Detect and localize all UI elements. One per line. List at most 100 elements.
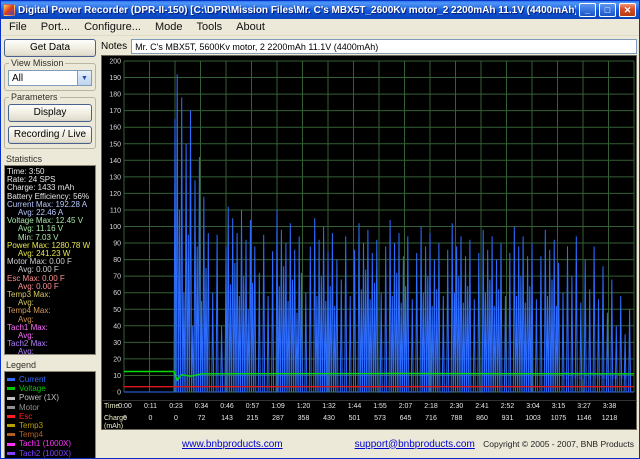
time-tick-value: 1:20 xyxy=(297,403,311,410)
charge-tick-value: 0 xyxy=(123,415,127,422)
svg-text:10: 10 xyxy=(113,373,121,380)
chart-svg: 0102030405060708090100110120130140150160… xyxy=(102,56,636,400)
time-axis-label: Time xyxy=(104,403,119,410)
recording-live-button[interactable]: Recording / Live xyxy=(8,126,92,144)
time-tick-value: 2:30 xyxy=(450,403,464,410)
menu-item-mode[interactable]: Mode xyxy=(148,20,190,34)
stat-line: Avg: xyxy=(7,348,93,355)
close-button[interactable]: ✕ xyxy=(619,3,636,17)
window-title: Digital Power Recorder (DPR-II-150) [C:\… xyxy=(18,5,576,16)
charge-tick-value: 931 xyxy=(502,415,514,422)
charge-tick-value: 1003 xyxy=(525,415,541,422)
app-icon xyxy=(3,4,15,16)
legend-item: Current xyxy=(7,375,93,384)
notes-label: Notes xyxy=(101,41,127,52)
charge-tick-value: 860 xyxy=(476,415,488,422)
chart-panel: Notes 0102030405060708090100110120130140… xyxy=(99,36,639,458)
svg-text:130: 130 xyxy=(109,174,121,181)
view-mission-group: View Mission All ▼ xyxy=(4,63,96,91)
legend-item: Temp3 xyxy=(7,421,93,430)
legend-swatch-icon xyxy=(7,415,15,418)
charge-tick-value: 1075 xyxy=(551,415,567,422)
mission-select[interactable]: All ▼ xyxy=(8,70,92,86)
legend-item: Motor xyxy=(7,403,93,412)
svg-text:100: 100 xyxy=(109,224,121,231)
support-email-link[interactable]: support@bnbproducts.com xyxy=(355,439,475,450)
svg-text:160: 160 xyxy=(109,125,121,132)
menu-item-file[interactable]: File xyxy=(2,20,34,34)
content-area: Get Data View Mission All ▼ Parameters D… xyxy=(1,36,639,458)
svg-text:90: 90 xyxy=(113,241,121,248)
display-button[interactable]: Display xyxy=(8,104,92,122)
time-tick-value: 0:00 xyxy=(118,403,132,410)
svg-text:110: 110 xyxy=(110,207,121,214)
time-tick-value: 0:57 xyxy=(246,403,260,410)
chevron-down-icon[interactable]: ▼ xyxy=(77,71,91,85)
legend-item: Tach2 (1000X) xyxy=(7,449,93,458)
legend-item: Power (1X) xyxy=(7,393,93,402)
website-link[interactable]: www.bnbproducts.com xyxy=(182,439,283,450)
legend-swatch-icon xyxy=(7,452,15,455)
legend-item-label: Temp3 xyxy=(19,421,43,430)
svg-text:140: 140 xyxy=(109,158,121,165)
legend-item-label: Temp4 xyxy=(19,430,43,439)
legend-swatch-icon xyxy=(7,378,15,381)
time-tick-value: 0:34 xyxy=(195,403,209,410)
svg-text:150: 150 xyxy=(109,141,121,148)
legend-item-label: Motor xyxy=(19,403,39,412)
svg-text:50: 50 xyxy=(113,307,121,314)
charge-tick-value: 1146 xyxy=(576,415,591,422)
x-axis-block: Time Charge (mAh) 0:000:110:230:340:460:… xyxy=(101,400,637,430)
time-tick-value: 0:46 xyxy=(220,403,234,410)
charge-tick-value: 0 xyxy=(174,415,178,422)
menu-item-port[interactable]: Port... xyxy=(34,20,77,34)
legend-swatch-icon xyxy=(7,433,15,436)
copyright-text: Copyright © 2005 - 2007, BNB Products xyxy=(483,439,634,449)
statistics-lines: Time: 3:50Rate: 24 SPSCharge: 1433 mAhBa… xyxy=(4,165,96,355)
time-tick-value: 1:09 xyxy=(271,403,285,410)
svg-text:0: 0 xyxy=(117,390,121,397)
time-tick-value: 3:04 xyxy=(526,403,540,410)
charge-unit-label: (mAh) xyxy=(104,423,123,430)
svg-text:30: 30 xyxy=(113,340,121,347)
legend-label: Legend xyxy=(6,360,96,370)
get-data-button[interactable]: Get Data xyxy=(4,39,96,57)
charge-tick-value: 788 xyxy=(451,415,463,422)
mission-select-value: All xyxy=(9,73,77,84)
menu-item-tools[interactable]: Tools xyxy=(189,20,229,34)
legend-item: Esc xyxy=(7,412,93,421)
time-tick-value: 3:15 xyxy=(552,403,566,410)
charge-tick-value: 72 xyxy=(198,415,206,422)
charge-tick-value: 0 xyxy=(149,415,153,422)
legend-item-label: Tach2 (1000X) xyxy=(19,449,71,458)
charge-tick-value: 287 xyxy=(272,415,284,422)
svg-text:180: 180 xyxy=(109,92,121,99)
menu-bar: FilePort...Configure...ModeToolsAbout xyxy=(1,19,639,36)
parameters-group: Parameters Display Recording / Live xyxy=(4,97,96,149)
svg-text:20: 20 xyxy=(113,356,121,363)
sidebar: Get Data View Mission All ▼ Parameters D… xyxy=(1,36,99,458)
time-tick-value: 1:44 xyxy=(348,403,362,410)
legend-swatch-icon xyxy=(7,443,15,446)
time-tick-value: 2:41 xyxy=(475,403,489,410)
maximize-button[interactable]: □ xyxy=(599,3,616,17)
legend-swatch-icon xyxy=(7,424,15,427)
title-bar[interactable]: Digital Power Recorder (DPR-II-150) [C:\… xyxy=(1,1,639,19)
legend-item: Temp4 xyxy=(7,430,93,439)
legend-item-label: Current xyxy=(19,375,46,384)
time-tick-value: 0:23 xyxy=(169,403,183,410)
menu-item-configure[interactable]: Configure... xyxy=(77,20,148,34)
charge-tick-value: 430 xyxy=(323,415,335,422)
menu-item-about[interactable]: About xyxy=(229,20,272,34)
charge-tick-value: 573 xyxy=(374,415,386,422)
minimize-button[interactable]: _ xyxy=(579,3,596,17)
time-tick-value: 2:07 xyxy=(399,403,413,410)
time-tick-value: 3:38 xyxy=(603,403,617,410)
notes-input[interactable] xyxy=(131,39,637,54)
legend-item: Voltage xyxy=(7,384,93,393)
legend-item: Tach1 (1000X) xyxy=(7,439,93,448)
svg-text:40: 40 xyxy=(113,323,121,330)
time-tick-value: 1:32 xyxy=(322,403,336,410)
charge-tick-value: 143 xyxy=(221,415,233,422)
app-window: Digital Power Recorder (DPR-II-150) [C:\… xyxy=(0,0,640,459)
